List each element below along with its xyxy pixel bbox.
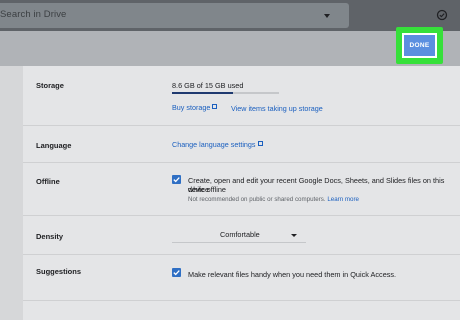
change-language-link[interactable]: Change language settings: [172, 140, 263, 149]
divider: [23, 162, 460, 163]
caret-down-icon: [291, 234, 297, 237]
view-storage-items-link[interactable]: View items taking up storage: [231, 104, 323, 113]
density-label: Density: [36, 232, 64, 241]
open-in-new-icon: [212, 104, 218, 109]
offline-note-text: Not recommended on public or shared comp…: [188, 196, 326, 203]
suggestions-description: Make relevant files handy when you need …: [188, 270, 397, 279]
drive-settings-screen: Search in Drive DONE Storage 8.6 GB of 1…: [0, 0, 460, 320]
language-label: Language: [36, 141, 72, 150]
top-search-bar: Search in Drive: [0, 0, 460, 31]
divider: [23, 125, 460, 126]
density-selected-value: Comfortable: [220, 230, 260, 239]
storage-label: Storage: [36, 81, 64, 90]
offline-description-line2: while offline: [188, 185, 226, 194]
search-placeholder: Search in Drive: [0, 9, 67, 20]
offline-description-line1: Create, open and edit your recent Google…: [188, 176, 445, 194]
divider: [23, 254, 460, 255]
density-dropdown[interactable]: Comfortable: [172, 226, 306, 243]
suggestions-label: Suggestions: [36, 267, 82, 276]
offline-note: Not recommended on public or shared comp…: [188, 196, 359, 203]
open-in-new-icon: [257, 141, 263, 146]
search-options-caret-icon[interactable]: [324, 14, 330, 18]
buy-storage-label: Buy storage: [172, 103, 211, 112]
storage-usage-text: 8.6 GB of 15 GB used: [172, 81, 244, 90]
sync-check-icon[interactable]: [436, 9, 448, 21]
offline-label: Offline: [36, 177, 60, 186]
storage-usage-bar: [172, 92, 279, 94]
buy-storage-link[interactable]: Buy storage: [172, 103, 218, 112]
offline-checkbox[interactable]: [172, 175, 181, 184]
change-language-label: Change language settings: [172, 140, 256, 149]
divider: [23, 300, 460, 301]
done-button[interactable]: DONE: [402, 33, 437, 58]
left-rail: [0, 66, 23, 320]
settings-header: [0, 31, 460, 66]
check-icon: [173, 177, 180, 183]
check-icon: [173, 270, 180, 276]
suggestions-checkbox[interactable]: [172, 268, 181, 277]
search-input[interactable]: Search in Drive: [0, 3, 349, 28]
learn-more-link[interactable]: Learn more: [327, 196, 359, 203]
divider: [23, 215, 460, 216]
storage-usage-fill: [172, 92, 234, 94]
